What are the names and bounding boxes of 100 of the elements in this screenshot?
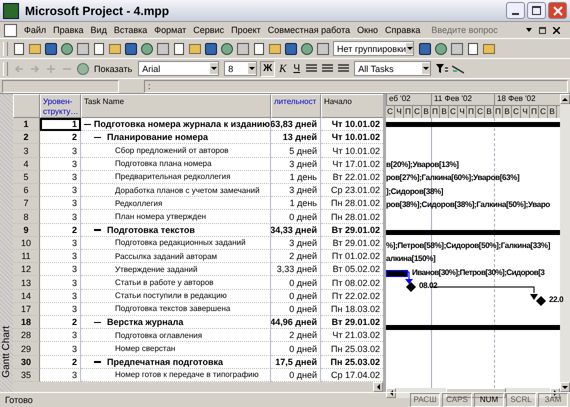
row-number[interactable]: 13 [13,276,40,290]
row-number[interactable]: 30 [13,356,40,369]
row-number[interactable]: 14 [13,290,40,303]
row-number[interactable]: 3 [13,144,40,158]
status-indicator: ЗАМ [538,393,568,407]
grouping-dropdown[interactable]: Нет группировки [333,41,414,56]
table-cell: 0 дней [271,276,321,290]
resource-label: %];Петров[58%];Сидоров[50%];Галкина[33%] [386,240,550,250]
table-cell: 3 [40,170,81,184]
table-cell: 3 [40,276,81,290]
status-text: Готово [4,395,34,405]
table-cell: 2 дней [271,329,321,342]
table-cell: 3 [40,342,81,356]
table-cell: Вт 05.02.02 [321,263,383,276]
table-cell: 2 [40,131,81,144]
task-name: Предпечатная подготовка [107,356,223,367]
table-cell: Вт 29.01.02 [321,236,383,250]
task-name: Верстка журнала [107,317,184,328]
table-cell: 1 день [271,170,321,184]
row-number[interactable]: 4 [13,158,40,171]
size-dropdown[interactable]: 8 [224,61,258,76]
task-name: Сбор предложений от авторов [115,146,229,155]
row-number[interactable]: 11 [13,250,40,264]
table-cell: 17,5 дней [271,356,321,369]
timescale-label: С [449,106,458,118]
table-cell: Ср 23.01.02 [321,184,383,198]
menu-item[interactable]: Файл [24,25,46,35]
table-cell: 3 [40,302,81,316]
table-cell: 1 [40,118,81,132]
row-number[interactable]: 2 [13,131,40,144]
menu-item[interactable]: Совместная работа [268,25,350,35]
row-number[interactable]: 7 [13,197,40,210]
row-number[interactable]: 18 [13,316,40,330]
timescale-label: С [476,106,485,118]
column-header[interactable]: лительност [271,94,321,118]
menu-item[interactable]: Проект [231,25,261,35]
task-name: Подготовка номера журнала к изданию [94,119,270,130]
row-number[interactable]: 1 [13,118,40,132]
row-number[interactable]: 10 [13,236,40,250]
row-number[interactable]: 8 [13,210,40,224]
table-cell: Пт 08.02.02 [321,276,383,290]
menu-item[interactable]: Вид [90,25,107,35]
menu-item[interactable]: Правка [53,25,84,35]
column-header[interactable]: Task Name [81,94,271,118]
task-name: Подготовка редакционных заданий [115,238,246,248]
show-button[interactable]: Показать [91,64,136,74]
row-number[interactable]: 17 [13,302,40,316]
row-number[interactable]: 12 [13,263,40,276]
table-cell: Чт 10.01.02 [321,131,383,144]
resource-label: ];Сидоров[38%] [386,186,444,196]
table-cell: 3 [40,144,81,158]
help-search-field[interactable]: Введите вопрос [431,25,516,35]
table-cell: Чт 10.01.02 [321,118,383,132]
table-cell: 0 дней [271,302,321,316]
row-number[interactable]: 28 [13,329,40,342]
task-name: Статьи в работе у авторов [115,278,214,288]
timescale-label: еб '02 [386,94,411,105]
table-cell: 3 дней [271,184,321,198]
table-cell: 5 дней [271,144,321,158]
entry-field[interactable]: : [144,80,568,92]
timescale-label: В [548,106,557,118]
column-header[interactable]: Уровен- структу… [40,94,81,118]
column-header[interactable]: Начало [321,94,383,118]
table-cell: 13 дней [271,131,321,144]
task-name: Подготовка текстов завершена [115,304,230,314]
row-number[interactable]: 35 [13,368,40,382]
status-indicator: РАСШ [410,393,440,407]
table-cell: 0 дней [271,290,321,303]
table-cell: 3 дней [271,158,321,171]
table-cell: 2 [40,224,81,237]
menu-item[interactable]: Справка [385,25,420,35]
view-bar[interactable]: Gantt Chart [0,94,13,392]
task-name: Статьи поступили в редакцию [115,291,227,300]
timescale-label: П [404,106,413,118]
table-cell: 2 дней [271,250,321,264]
table-cell: Чт 21.03.02 [321,329,383,342]
filter-dropdown[interactable]: All Tasks [354,61,432,76]
table-cell: 2 [40,356,81,369]
font-dropdown[interactable]: Arial [138,61,220,76]
menu-item[interactable]: Сервис [193,25,224,35]
underline-button[interactable]: Ч [290,62,304,76]
bold-button[interactable]: Ж [260,60,276,76]
table-cell: 3 [40,184,81,198]
status-indicator: SCRL [506,393,536,407]
timescale-label: В [440,106,449,118]
row-number[interactable]: 9 [13,224,40,237]
table-cell: 0 дней [271,342,321,356]
row-number[interactable]: 29 [13,342,40,356]
table-cell: 3 [40,197,81,210]
resource-label: Иванов[30%];Петров[30%];Сидоров[3 [412,268,544,276]
row-number[interactable]: 5 [13,170,40,184]
menu-item[interactable]: Формат [154,25,186,35]
menu-item[interactable]: Окно [357,25,378,35]
row-number[interactable]: 6 [13,184,40,198]
timescale-label: С [386,106,395,118]
table-cell: 3,33 дней [271,263,321,276]
resource-label: алкина[150%] [386,254,436,263]
italic-button[interactable]: К [276,62,290,76]
timescale-label: П [494,106,503,118]
menu-item[interactable]: Вставка [114,25,148,35]
